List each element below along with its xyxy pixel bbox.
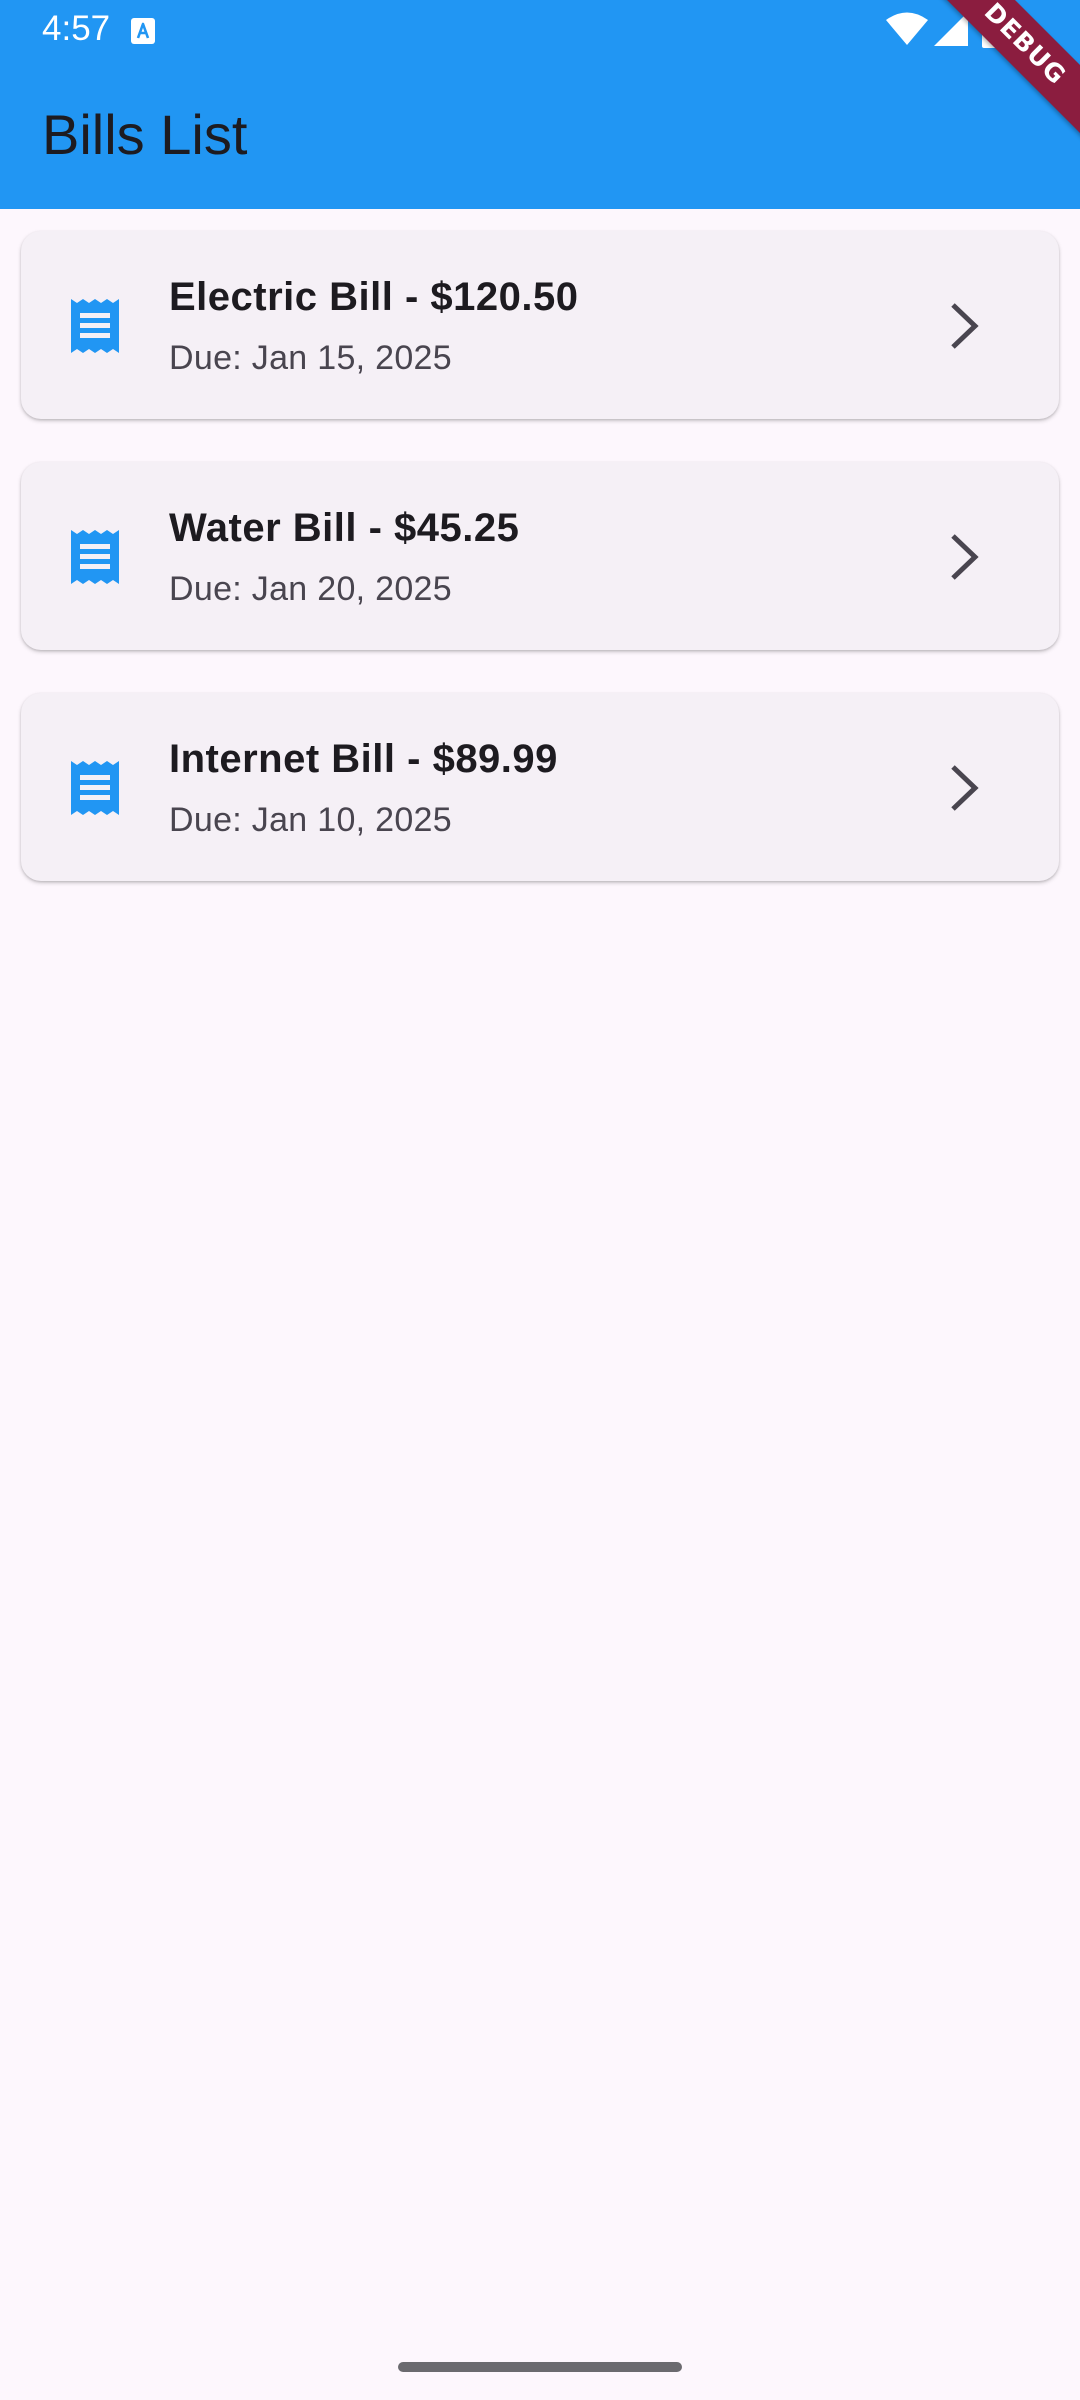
chevron-right-icon[interactable] (947, 532, 983, 582)
receipt-icon (71, 761, 119, 815)
bill-due-date: Due: Jan 15, 2025 (169, 339, 452, 377)
home-indicator[interactable] (398, 2362, 682, 2372)
bill-card-internet[interactable]: Internet Bill - $89.99 Due: Jan 10, 2025 (21, 693, 1059, 881)
bill-title: Internet Bill - $89.99 (169, 737, 558, 781)
app-bar: 4:57 Bills List DEBUG (0, 0, 1080, 209)
bill-title: Water Bill - $45.25 (169, 506, 520, 550)
bill-due-date: Due: Jan 10, 2025 (169, 801, 452, 839)
signal-icon (934, 12, 968, 46)
bill-title: Electric Bill - $120.50 (169, 275, 579, 319)
bill-card-electric[interactable]: Electric Bill - $120.50 Due: Jan 15, 202… (21, 231, 1059, 419)
bill-due-date: Due: Jan 20, 2025 (169, 570, 452, 608)
receipt-icon (71, 299, 119, 353)
bill-card-water[interactable]: Water Bill - $45.25 Due: Jan 20, 2025 (21, 462, 1059, 650)
chevron-right-icon[interactable] (947, 301, 983, 351)
receipt-icon (71, 530, 119, 584)
wifi-icon (886, 12, 928, 45)
status-bar: 4:57 (0, 0, 1080, 62)
status-time: 4:57 (42, 9, 111, 48)
accessibility-app-icon (131, 18, 155, 44)
page-title: Bills List (42, 103, 248, 166)
chevron-right-icon[interactable] (947, 763, 983, 813)
